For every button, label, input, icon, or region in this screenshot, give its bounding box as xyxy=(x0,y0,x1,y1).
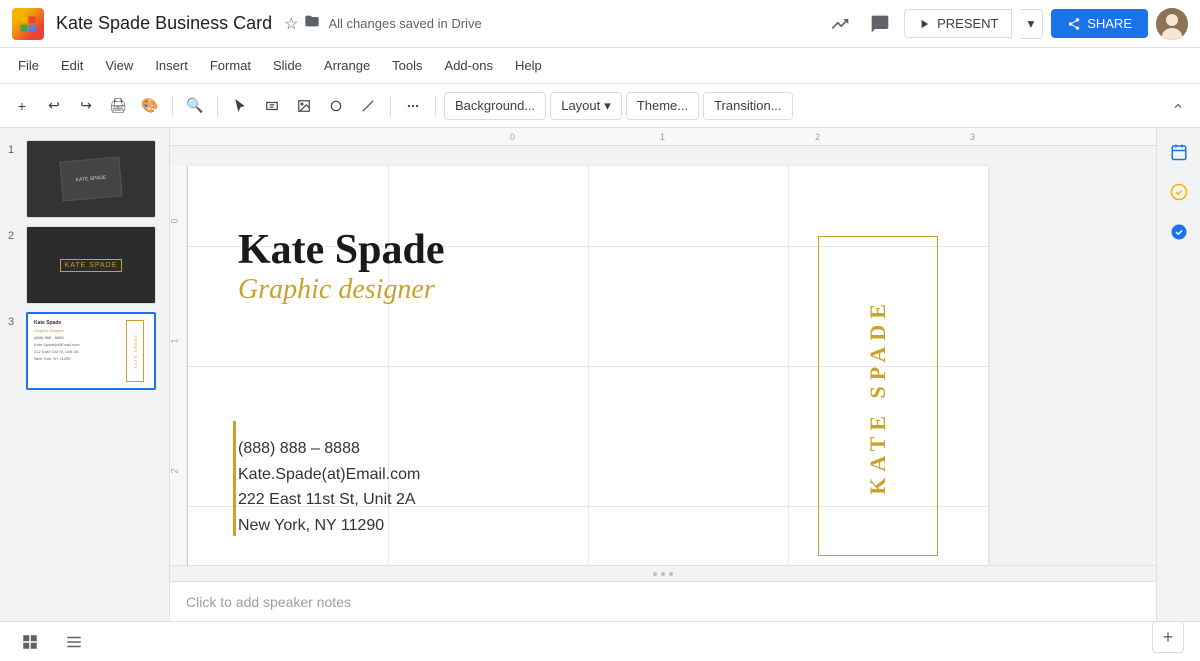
toolbar-line[interactable] xyxy=(354,92,382,120)
toolbar-textbox[interactable] xyxy=(258,92,286,120)
share-button[interactable]: SHARE xyxy=(1051,9,1148,38)
sep-dot-3 xyxy=(669,572,673,576)
slide-image-2: KATE SPADE xyxy=(26,226,156,304)
slide-address2: New York, NY 11290 xyxy=(238,513,420,539)
grid-view-icon[interactable] xyxy=(16,628,44,656)
folder-icon[interactable] xyxy=(304,13,320,34)
menu-tools[interactable]: Tools xyxy=(382,54,432,77)
right-icon-more[interactable] xyxy=(1163,216,1195,248)
toolbar-add-btn[interactable]: + xyxy=(8,92,36,120)
toolbar-sep-4 xyxy=(435,96,436,116)
side-vertical-text: KATE SPADE xyxy=(865,298,891,495)
present-button[interactable]: PRESENT xyxy=(904,9,1011,38)
list-view-icon[interactable] xyxy=(60,628,88,656)
toolbar-paintformat-btn[interactable]: 🎨 xyxy=(136,92,164,120)
right-icon-tasks[interactable] xyxy=(1163,176,1195,208)
thumb2-label: KATE SPADE xyxy=(60,259,123,272)
toolbar-print-btn[interactable]: 🖨 xyxy=(104,92,132,120)
transition-button[interactable]: Transition... xyxy=(703,92,792,120)
menu-addons[interactable]: Add-ons xyxy=(435,54,503,77)
menu-insert[interactable]: Insert xyxy=(145,54,198,77)
toolbar: + ↩ ↪ 🖨 🎨 🔍 Background... Layout ▾ Theme… xyxy=(0,84,1200,128)
accent-bar xyxy=(233,421,236,536)
present-dropdown[interactable]: ▾ xyxy=(1020,9,1044,39)
right-panel xyxy=(1156,128,1200,621)
grid-v-3 xyxy=(788,166,789,565)
canvas-column: 0 1 2 3 0 1 2 xyxy=(170,128,1156,621)
toolbar-redo-btn[interactable]: ↪ xyxy=(72,92,100,120)
menu-edit[interactable]: Edit xyxy=(51,54,93,77)
menu-file[interactable]: File xyxy=(8,54,49,77)
slide-num-3: 3 xyxy=(8,316,20,328)
avatar[interactable] xyxy=(1156,8,1188,40)
menu-arrange[interactable]: Arrange xyxy=(314,54,380,77)
ruler-horizontal: 0 1 2 3 xyxy=(170,128,1156,146)
toolbar-zoom-out[interactable]: 🔍 xyxy=(181,92,209,120)
star-icon[interactable]: ☆ xyxy=(284,14,298,34)
layout-button[interactable]: Layout ▾ xyxy=(550,92,622,120)
saved-status: All changes saved in Drive xyxy=(328,16,481,31)
layout-dropdown-icon: ▾ xyxy=(604,98,611,114)
bottom-bar: + xyxy=(0,621,1200,661)
title-bar: Kate Spade Business Card ☆ All changes s… xyxy=(0,0,1200,48)
slide-num-1: 1 xyxy=(8,144,20,156)
ruler-vertical: 0 1 2 xyxy=(170,166,188,565)
menu-slide[interactable]: Slide xyxy=(263,54,312,77)
slide-image-3: Kate Spade Graphic designer (888) 888 - … xyxy=(26,312,156,390)
side-box[interactable]: KATE SPADE xyxy=(818,236,938,556)
sep-dots-area xyxy=(170,565,1156,581)
activity-icon[interactable] xyxy=(824,8,856,40)
toolbar-collapse[interactable] xyxy=(1164,92,1192,120)
slides-panel: 1 KATE SPADE 2 KATE SPADE 3 xyxy=(0,128,170,621)
thumb1-card: KATE SPADE xyxy=(59,156,122,201)
menu-view[interactable]: View xyxy=(95,54,143,77)
toolbar-sep-3 xyxy=(390,96,391,116)
theme-button[interactable]: Theme... xyxy=(626,92,699,120)
slide-thumb-1[interactable]: 1 KATE SPADE xyxy=(0,136,169,222)
toolbar-sep-2 xyxy=(217,96,218,116)
slide-phone: (888) 888 – 8888 xyxy=(238,436,420,462)
toolbar-image[interactable] xyxy=(290,92,318,120)
toolbar-more[interactable] xyxy=(399,92,427,120)
sep-dot-2 xyxy=(661,572,665,576)
slide-name[interactable]: Kate Spade xyxy=(238,226,445,274)
background-button[interactable]: Background... xyxy=(444,92,546,120)
toolbar-sep-1 xyxy=(172,96,173,116)
canvas-scroll[interactable]: 0 1 2 Kate Spade Graphic designer xyxy=(170,146,1156,565)
top-right-actions: PRESENT ▾ SHARE xyxy=(824,8,1188,40)
menu-bar: File Edit View Insert Format Slide Arran… xyxy=(0,48,1200,84)
slide-thumb-2[interactable]: 2 KATE SPADE xyxy=(0,222,169,308)
slide-num-2: 2 xyxy=(8,230,20,242)
content-area: 1 KATE SPADE 2 KATE SPADE 3 xyxy=(0,128,1200,621)
slide-contact[interactable]: (888) 888 – 8888 Kate.Spade(at)Email.com… xyxy=(238,436,420,538)
speaker-notes[interactable]: Click to add speaker notes xyxy=(170,581,1156,621)
right-icon-calendar[interactable] xyxy=(1163,136,1195,168)
slide-email: Kate.Spade(at)Email.com xyxy=(238,462,420,488)
menu-help[interactable]: Help xyxy=(505,54,552,77)
sep-dot-1 xyxy=(653,572,657,576)
title-icons: ☆ xyxy=(284,13,320,34)
menu-format[interactable]: Format xyxy=(200,54,261,77)
grid-v-2 xyxy=(588,166,589,565)
add-slide-button[interactable]: + xyxy=(1152,621,1184,653)
app-icon[interactable] xyxy=(12,8,44,40)
slide-address1: 222 East 11st St, Unit 2A xyxy=(238,487,420,513)
notes-placeholder[interactable]: Click to add speaker notes xyxy=(186,594,351,610)
slide-canvas[interactable]: Kate Spade Graphic designer (888) 888 – … xyxy=(188,166,988,565)
toolbar-select[interactable] xyxy=(226,92,254,120)
thumb3-vtext: KATE SPADE xyxy=(133,334,138,369)
thumb3-side-box: KATE SPADE xyxy=(126,320,144,382)
comment-icon[interactable] xyxy=(864,8,896,40)
document-title: Kate Spade Business Card xyxy=(56,13,272,34)
slide-thumb-3[interactable]: 3 Kate Spade Graphic designer (888) 888 … xyxy=(0,308,169,394)
slide-image-1: KATE SPADE xyxy=(26,140,156,218)
toolbar-undo-btn[interactable]: ↩ xyxy=(40,92,68,120)
slide-designer-title[interactable]: Graphic designer xyxy=(238,274,435,306)
toolbar-shape[interactable] xyxy=(322,92,350,120)
